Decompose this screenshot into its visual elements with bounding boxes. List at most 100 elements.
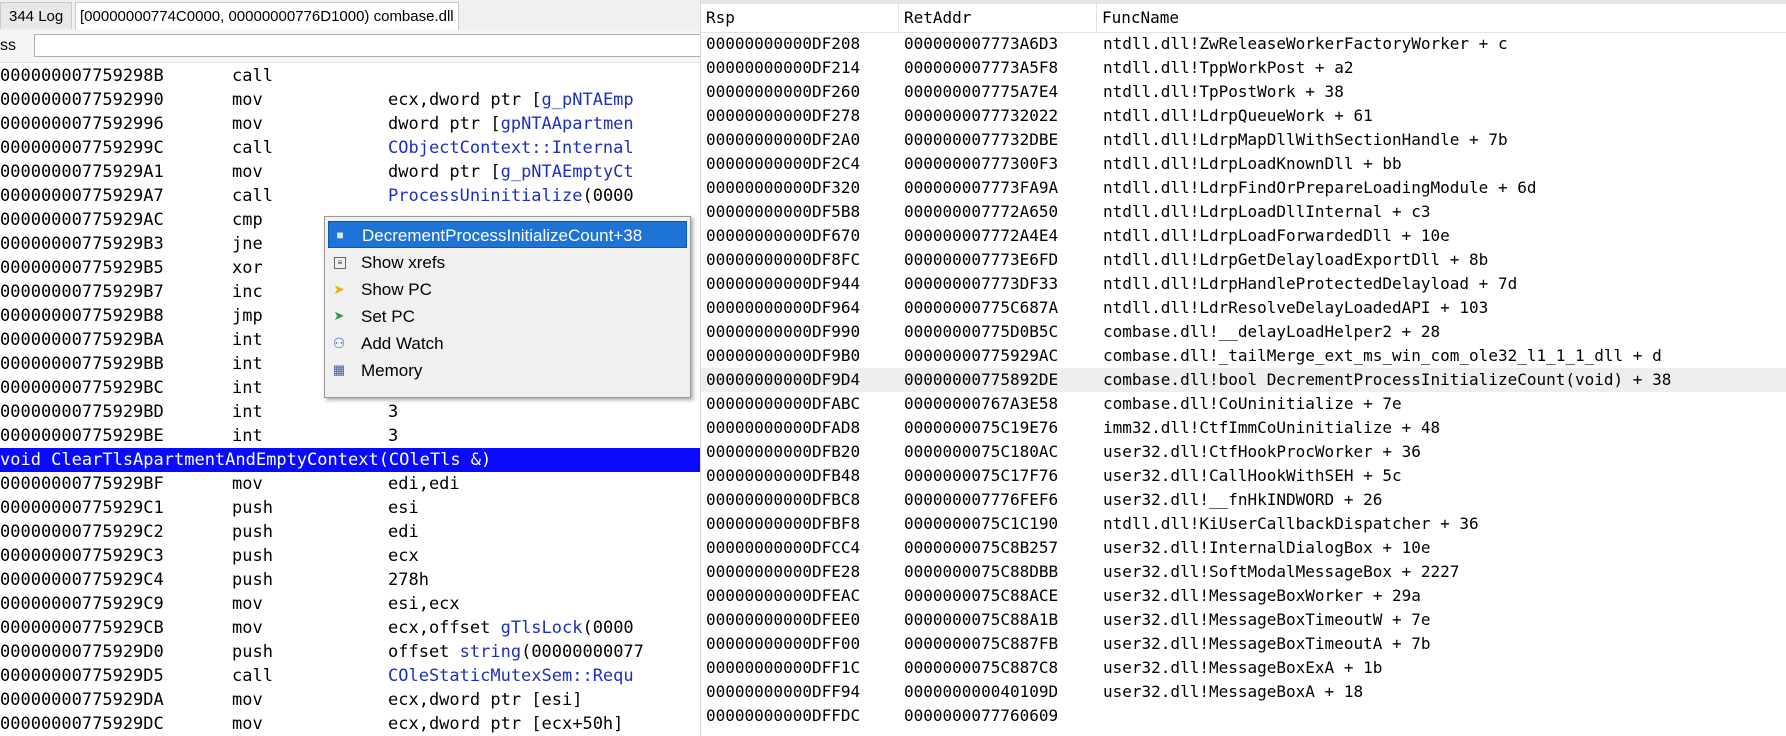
menu-item-show-xrefs[interactable]: ≡ Show xrefs	[328, 249, 687, 276]
funcname-cell: user32.dll!MessageBoxTimeoutW + 7e	[1103, 610, 1431, 629]
retaddr-cell: 000000007776FEF6	[904, 490, 1059, 509]
tab-module-combase[interactable]: [00000000774C0000, 00000000776D1000) com…	[75, 2, 459, 30]
instruction-mnemonic: mov	[232, 114, 263, 134]
operand-symbol[interactable]: gTlsLock	[501, 618, 583, 638]
column-header-funcname[interactable]: FuncName	[1097, 4, 1786, 32]
call-stack-row[interactable]: 00000000000DF278 0000000077732022 ntdll.dl…	[701, 104, 1786, 128]
call-stack-row[interactable]: 00000000000DF320 000000007773FA9A ntdll.dl…	[701, 176, 1786, 200]
call-stack-row[interactable]: 00000000000DF8FC 000000007773E6FD ntdll.dl…	[701, 248, 1786, 272]
call-stack-row[interactable]: 00000000000DFB20 0000000075C180AC user32.d…	[701, 440, 1786, 464]
funcname-cell: ntdll.dll!TppWorkPost + a2	[1103, 58, 1354, 77]
call-stack-row[interactable]: 00000000000DFEE0 0000000075C88A1B user32.d…	[701, 608, 1786, 632]
disasm-row[interactable]: 0000000077592990 mov ecx,dword ptr [g_pNTA…	[0, 88, 700, 112]
disasm-row[interactable]: 00000000775929C2 push edi	[0, 520, 700, 544]
call-stack-row[interactable]: 00000000000DF964 00000000775C687A ntdll.dl…	[701, 296, 1786, 320]
call-stack-list[interactable]: 00000000000DF208 000000007773A6D3 ntdll.dl…	[701, 32, 1786, 728]
call-stack-row[interactable]: 00000000000DF670 000000007772A4E4 ntdll.dl…	[701, 224, 1786, 248]
address-input[interactable]	[34, 34, 700, 57]
disasm-row[interactable]: 00000000775929DA mov ecx,dword ptr [esi]	[0, 688, 700, 712]
funcname-cell: ntdll.dll!TpPostWork + 38	[1103, 82, 1344, 101]
instruction-mnemonic: call	[232, 66, 273, 86]
tab-log[interactable]: 344 Log	[0, 2, 72, 29]
disasm-row[interactable]: 000000007759298B call	[0, 64, 700, 88]
call-stack-row[interactable]: 00000000000DFF94 000000000040109D user32.d…	[701, 680, 1786, 704]
operand-tail: (0000	[582, 618, 634, 638]
disasm-row[interactable]: 00000000775929DC mov ecx,dword ptr [ecx+50…	[0, 712, 700, 736]
call-stack-row[interactable]: 00000000000DFE28 0000000075C88DBB user32.d…	[701, 560, 1786, 584]
instruction-address: 00000000775929DC	[0, 714, 164, 734]
call-stack-row[interactable]: 00000000000DFEAC 0000000075C88ACE user32.d…	[701, 584, 1786, 608]
retaddr-cell: 000000007773A6D3	[904, 34, 1059, 53]
rsp-cell: 00000000000DFBF8	[706, 514, 861, 533]
disasm-row[interactable]: 00000000775929C3 push ecx	[0, 544, 700, 568]
column-header-rsp[interactable]: Rsp	[701, 4, 899, 32]
retaddr-cell: 000000007773DF33	[904, 274, 1059, 293]
menu-item-add-watch[interactable]: ⚇ Add Watch	[328, 330, 687, 357]
call-stack-row[interactable]: 00000000000DFFDC 0000000077760609	[701, 704, 1786, 728]
call-stack-row[interactable]: 00000000000DF944 000000007773DF33 ntdll.dl…	[701, 272, 1786, 296]
call-stack-row[interactable]: 00000000000DFBF8 0000000075C1C190 ntdll.dl…	[701, 512, 1786, 536]
retaddr-cell: 0000000075C887FB	[904, 634, 1059, 653]
instruction-operands: edi	[388, 520, 419, 544]
disasm-row[interactable]: 00000000775929D5 call COleStaticMutexSem::…	[0, 664, 700, 688]
disasm-row[interactable]: 00000000775929C9 mov esi,ecx	[0, 592, 700, 616]
call-stack-row[interactable]: 00000000000DFCC4 0000000075C8B257 user32.d…	[701, 536, 1786, 560]
call-stack-row[interactable]: 00000000000DF2A0 0000000077732DBE ntdll.dl…	[701, 128, 1786, 152]
disassembly-list[interactable]: 000000007759298B call 0000000077592990 mov e…	[0, 64, 700, 736]
rsp-cell: 00000000000DFE28	[706, 562, 861, 581]
instruction-address: 00000000775929BF	[0, 474, 164, 494]
call-stack-row[interactable]: 00000000000DFABC 00000000767A3E58 combase.…	[701, 392, 1786, 416]
disasm-row[interactable]: 00000000775929A1 mov dword ptr [g_pNTAEmpt…	[0, 160, 700, 184]
operand-text: ecx,offset	[388, 618, 501, 638]
retaddr-cell: 00000000777300F3	[904, 154, 1059, 173]
column-header-retaddr[interactable]: RetAddr	[899, 4, 1097, 32]
disasm-row[interactable]: 0000000077592996 mov dword ptr [gpNTAApart…	[0, 112, 700, 136]
disasm-row[interactable]: 00000000775929A7 call ProcessUninitialize(…	[0, 184, 700, 208]
instruction-operands: ProcessUninitialize(0000	[388, 184, 634, 208]
disasm-row[interactable]: 00000000775929C1 push esi	[0, 496, 700, 520]
call-stack-row[interactable]: 00000000000DFAD8 0000000075C19E76 imm32.dl…	[701, 416, 1786, 440]
operand-text: dword ptr [	[388, 114, 501, 134]
menu-item-show-pc[interactable]: ➤ Show PC	[328, 276, 687, 303]
funcname-cell: user32.dll!__fnHkINDWORD + 26	[1103, 490, 1383, 509]
call-stack-row-selected[interactable]: 00000000000DF9D4 00000000775892DE combase.…	[701, 368, 1786, 392]
instruction-operands: ecx,dword ptr [ecx+50h]	[388, 712, 623, 736]
call-stack-row[interactable]: 00000000000DFBC8 000000007776FEF6 user32.d…	[701, 488, 1786, 512]
operand-symbol[interactable]: ProcessUninitialize	[388, 186, 582, 206]
operand-symbol[interactable]: gpNTAApartmen	[501, 114, 634, 134]
funcname-cell: ntdll.dll!LdrpLoadKnownDll + bb	[1103, 154, 1402, 173]
disasm-row[interactable]: 00000000775929D0 push offset string(000000…	[0, 640, 700, 664]
menu-item-set-pc[interactable]: ➤ Set PC	[328, 303, 687, 330]
call-stack-row[interactable]: 00000000000DF2C4 00000000777300F3 ntdll.dl…	[701, 152, 1786, 176]
disasm-row[interactable]: 00000000775929C4 push 278h	[0, 568, 700, 592]
funcname-cell: combase.dll!bool DecrementProcessInitial…	[1103, 370, 1672, 389]
operand-symbol[interactable]: g_pNTAEmp	[542, 90, 634, 110]
menu-item-goto-location[interactable]: ■ DecrementProcessInitializeCount+38	[328, 221, 687, 248]
function-header-row[interactable]: void ClearTlsApartmentAndEmptyContext(CO…	[0, 448, 700, 472]
operand-symbol[interactable]: string	[460, 642, 521, 662]
call-stack-row[interactable]: 00000000000DFB48 0000000075C17F76 user32.d…	[701, 464, 1786, 488]
disasm-row[interactable]: 000000007759299C call CObjectContext::Inte…	[0, 136, 700, 160]
disasm-row[interactable]: 00000000775929CB mov ecx,offset gTlsLock(0…	[0, 616, 700, 640]
operand-tail: (0000	[582, 186, 634, 206]
disasm-row[interactable]: 00000000775929BD int 3	[0, 400, 700, 424]
call-stack-row[interactable]: 00000000000DF5B8 000000007772A650 ntdll.dl…	[701, 200, 1786, 224]
call-stack-row[interactable]: 00000000000DF214 000000007773A5F8 ntdll.dl…	[701, 56, 1786, 80]
call-stack-row[interactable]: 00000000000DF9B0 00000000775929AC combase.…	[701, 344, 1786, 368]
disasm-row[interactable]: 00000000775929BF mov edi,edi	[0, 472, 700, 496]
call-stack-row[interactable]: 00000000000DF990 00000000775D0B5C combase.…	[701, 320, 1786, 344]
operand-text: ecx	[388, 546, 419, 566]
menu-item-memory[interactable]: ▦ Memory	[328, 357, 687, 384]
rsp-cell: 00000000000DF2A0	[706, 130, 861, 149]
funcname-cell: ntdll.dll!LdrpLoadForwardedDll + 10e	[1103, 226, 1450, 245]
disasm-row[interactable]: 00000000775929BE int 3	[0, 424, 700, 448]
call-stack-row[interactable]: 00000000000DFF1C 0000000075C887C8 user32.d…	[701, 656, 1786, 680]
operand-text: ecx,dword ptr [ecx+50h]	[388, 714, 624, 734]
call-stack-row[interactable]: 00000000000DF208 000000007773A6D3 ntdll.dl…	[701, 32, 1786, 56]
operand-symbol[interactable]: CObjectContext::Internal	[388, 138, 634, 158]
operand-symbol[interactable]: g_pNTAEmptyCt	[501, 162, 634, 182]
call-stack-row[interactable]: 00000000000DFF00 0000000075C887FB user32.d…	[701, 632, 1786, 656]
operand-symbol[interactable]: COleStaticMutexSem::Requ	[388, 666, 634, 686]
call-stack-row[interactable]: 00000000000DF260 000000007775A7E4 ntdll.dl…	[701, 80, 1786, 104]
instruction-mnemonic: xor	[232, 258, 263, 278]
